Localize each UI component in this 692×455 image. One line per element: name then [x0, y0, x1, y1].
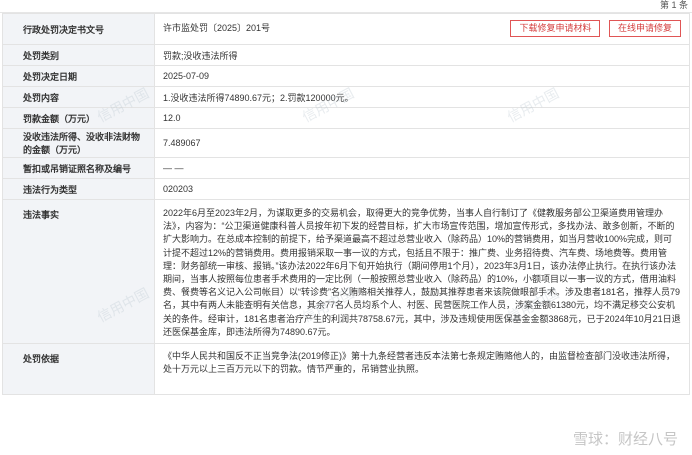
label-penalty-category: 处罚类别 — [2, 44, 155, 66]
download-repair-materials-button[interactable]: 下载修复申请材料 — [510, 20, 601, 37]
value-document-number: 许市监处罚〔2025〕201号 下载修复申请材料 在线申请修复 — [154, 13, 690, 45]
label-decision-date: 处罚决定日期 — [2, 65, 155, 87]
value-license-revocation: — — — [154, 157, 690, 179]
value-violation-facts: 2022年6月至2023年2月，为谋取更多的交易机会，取得更大的竞争优势，当事人… — [154, 199, 690, 344]
row-document-number: 行政处罚决定书文号 许市监处罚〔2025〕201号 下载修复申请材料 在线申请修… — [2, 13, 690, 45]
row-confiscation-amount: 没收违法所得、没收非法财物的金额（万元） 7.489067 — [2, 128, 690, 158]
value-confiscation-amount: 7.489067 — [154, 128, 690, 158]
label-confiscation-amount: 没收违法所得、没收非法财物的金额（万元） — [2, 128, 155, 158]
label-penalty-basis: 处罚依据 — [2, 343, 155, 395]
value-decision-date: 2025-07-09 — [154, 65, 690, 87]
repair-buttons: 下载修复申请材料 在线申请修复 — [504, 20, 681, 37]
penalty-detail-table: 行政处罚决定书文号 许市监处罚〔2025〕201号 下载修复申请材料 在线申请修… — [2, 13, 690, 395]
value-violation-type: 020203 — [154, 178, 690, 200]
xueqiu-watermark: 雪球：财经八号 — [572, 431, 678, 448]
value-penalty-basis: 《中华人民共和国反不正当竞争法(2019修正)》第十九条经营者违反本法第七条规定… — [154, 343, 690, 395]
label-violation-facts: 违法事实 — [2, 199, 155, 344]
value-penalty-content: 1.没收违法所得74890.67元；2.罚款120000元。 — [154, 86, 690, 108]
label-document-number: 行政处罚决定书文号 — [2, 13, 155, 45]
value-penalty-category: 罚款;没收违法所得 — [154, 44, 690, 66]
row-license-revocation: 暂扣或吊销证照名称及编号 — — — [2, 157, 690, 179]
row-penalty-basis: 处罚依据 《中华人民共和国反不正当竞争法(2019修正)》第十九条经营者违反本法… — [2, 343, 690, 395]
label-violation-type: 违法行为类型 — [2, 178, 155, 200]
value-fine-amount: 12.0 — [154, 107, 690, 129]
row-violation-type: 违法行为类型 020203 — [2, 178, 690, 200]
online-repair-button[interactable]: 在线申请修复 — [608, 20, 681, 37]
label-license-revocation: 暂扣或吊销证照名称及编号 — [2, 157, 155, 179]
row-penalty-category: 处罚类别 罚款;没收违法所得 — [2, 44, 690, 66]
page-indicator-bar: 第 1 条 — [0, 0, 692, 13]
page-indicator: 第 1 条 — [659, 0, 688, 10]
document-number-text: 许市监处罚〔2025〕201号 — [163, 23, 271, 33]
